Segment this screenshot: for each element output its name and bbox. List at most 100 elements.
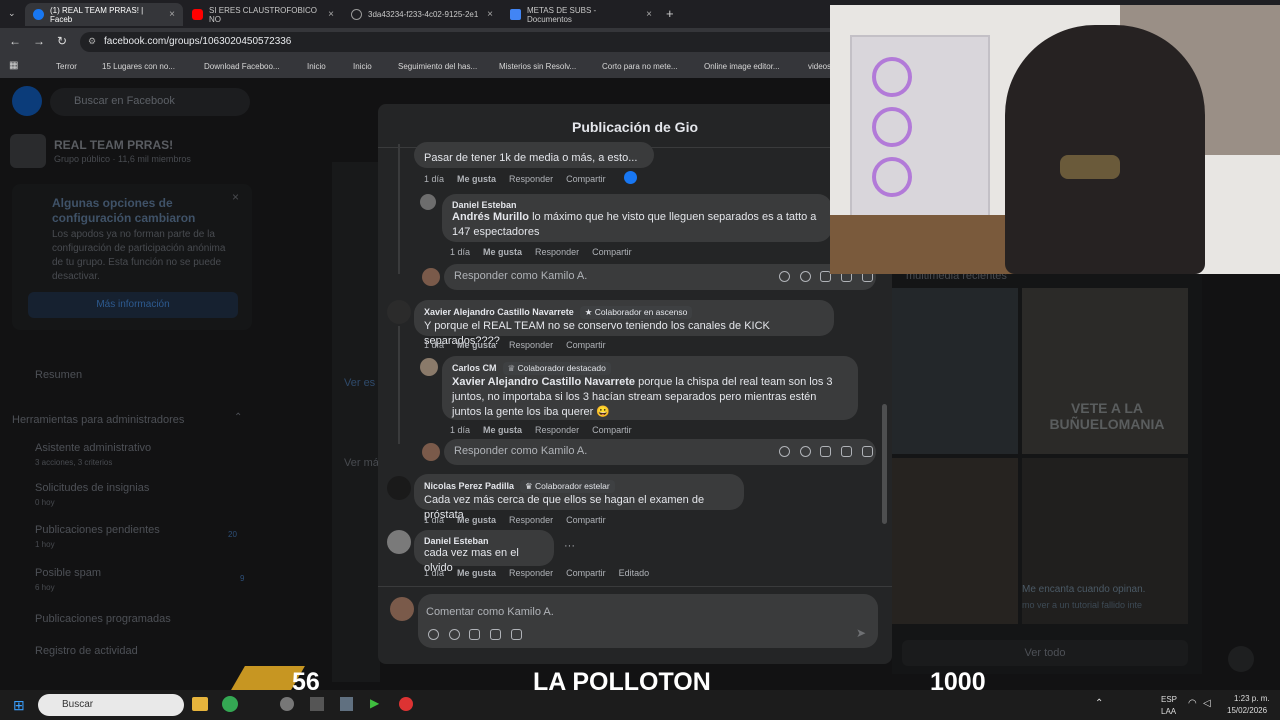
like-button[interactable]: Me gusta	[457, 340, 496, 350]
avatar[interactable]	[387, 300, 411, 324]
tab-docs[interactable]: METAS DE SUBS - Documentos ×	[502, 3, 660, 26]
clock-time[interactable]: 1:23 p. m.	[1234, 694, 1270, 703]
emoji-icon[interactable]	[800, 446, 811, 457]
avatar[interactable]	[420, 358, 438, 376]
comment-time[interactable]: 1 día	[424, 174, 444, 184]
admin-tools-heading[interactable]: Herramientas para administradores	[12, 414, 184, 426]
close-icon[interactable]: ×	[232, 190, 239, 204]
reload-icon[interactable]: ↻	[57, 34, 67, 48]
close-icon[interactable]: ×	[646, 9, 652, 20]
like-button[interactable]: Me gusta	[483, 247, 522, 257]
facebook-logo-icon[interactable]	[12, 86, 42, 116]
bookmark-download[interactable]: Download Faceboo...	[190, 62, 280, 71]
windows-start-icon[interactable]: ⊞	[13, 697, 25, 714]
reply-button[interactable]: Responder	[509, 568, 553, 578]
tab-search-icon[interactable]: ⌄	[8, 8, 16, 19]
comment-time[interactable]: 1 día	[450, 247, 470, 257]
more-info-button[interactable]: Más información	[28, 292, 238, 318]
admin-item-registro[interactable]: Registro de actividad	[35, 645, 138, 657]
bookmark-videos[interactable]: videos	[794, 62, 831, 71]
send-icon[interactable]: ➤	[856, 626, 866, 640]
commenter-name[interactable]: Nicolas Perez Padilla ♛ Colaborador estel…	[424, 480, 734, 493]
forward-icon[interactable]: →	[33, 34, 45, 48]
comment-time[interactable]: 1 día	[424, 568, 444, 578]
close-icon[interactable]: ×	[328, 9, 334, 20]
bookmark-lugares[interactable]: 15 Lugares con no...	[88, 62, 175, 71]
reply-input[interactable]: Responder como Kamilo A.	[444, 264, 876, 290]
group-name[interactable]: REAL TEAM PRRAS!	[54, 138, 173, 152]
emoji-icon[interactable]	[449, 629, 460, 640]
speaker-icon[interactable]: ◁	[1203, 698, 1211, 709]
media-thumb[interactable]	[892, 458, 1018, 624]
recording-icon[interactable]	[399, 697, 413, 711]
share-button[interactable]: Compartir	[592, 247, 632, 257]
tab-uuid[interactable]: 3da43234-f233-4c02-9125-2e1 ×	[343, 3, 501, 26]
bookmark-terror[interactable]: Terror	[42, 62, 77, 71]
mention-link[interactable]: Andrés Murillo	[452, 211, 529, 223]
bookmark-corto[interactable]: Corto para no mete...	[588, 62, 678, 71]
avatar-sticker-icon[interactable]	[862, 446, 873, 457]
close-icon[interactable]: ×	[169, 9, 175, 20]
reply-button[interactable]: Responder	[535, 247, 579, 257]
like-button[interactable]: Me gusta	[457, 515, 496, 525]
avatar[interactable]	[387, 530, 411, 554]
like-button[interactable]: Me gusta	[483, 425, 522, 435]
sticker-icon[interactable]	[428, 629, 439, 640]
scrollbar-thumb[interactable]	[882, 404, 887, 524]
see-more-link-2[interactable]: Ver má	[344, 457, 379, 469]
reply-button[interactable]: Responder	[509, 515, 553, 525]
gif-icon[interactable]	[841, 446, 852, 457]
commenter-name[interactable]: Daniel Esteban	[452, 200, 822, 210]
mention-link[interactable]: Xavier Alejandro Castillo Navarrete	[452, 376, 635, 388]
like-button[interactable]: Me gusta	[457, 174, 496, 184]
lang-label[interactable]: ESP	[1161, 695, 1177, 704]
media-thumb[interactable]	[892, 288, 1018, 454]
share-button[interactable]: Compartir	[566, 515, 606, 525]
more-options-icon[interactable]: ···	[564, 540, 575, 552]
gif-icon[interactable]	[490, 629, 501, 640]
calculator-icon[interactable]	[340, 697, 353, 711]
emoji-icon[interactable]	[800, 271, 811, 282]
close-icon[interactable]: ×	[487, 9, 493, 20]
back-icon[interactable]: ←	[9, 34, 21, 48]
apps-icon[interactable]: ▦	[9, 60, 18, 71]
comment-composer[interactable]: Comentar como Kamilo A.	[418, 594, 878, 648]
file-explorer-icon[interactable]	[192, 697, 208, 711]
app-icon[interactable]	[280, 697, 294, 711]
bookmark-misterios[interactable]: Misterios sin Resolv...	[485, 62, 576, 71]
commenter-name[interactable]: Xavier Alejandro Castillo Navarrete ★ Col…	[424, 306, 824, 319]
app-icon[interactable]	[310, 697, 324, 711]
share-button[interactable]: Compartir	[592, 425, 632, 435]
avatar-sticker-icon[interactable]	[511, 629, 522, 640]
camera-icon[interactable]	[469, 629, 480, 640]
chrome-icon[interactable]	[222, 696, 238, 712]
reply-button[interactable]: Responder	[535, 425, 579, 435]
reply-button[interactable]: Responder	[509, 174, 553, 184]
like-button[interactable]: Me gusta	[457, 568, 496, 578]
avatar[interactable]	[420, 194, 436, 210]
taskbar-search[interactable]: Buscar	[38, 694, 184, 716]
bookmark-image-editor[interactable]: Online image editor...	[690, 62, 780, 71]
see-all-button[interactable]: Ver todo	[902, 640, 1188, 666]
camera-icon[interactable]	[820, 446, 831, 457]
bookmark-seguimiento[interactable]: Seguimiento del has...	[384, 62, 477, 71]
summary-item[interactable]: Resumen	[35, 369, 82, 381]
tab-youtube[interactable]: SI ERES CLAUSTROFOBICO NO ×	[184, 3, 342, 26]
site-info-icon[interactable]: ⚙	[88, 36, 96, 47]
commenter-name[interactable]: Daniel Esteban	[424, 536, 544, 546]
new-tab-icon[interactable]: +	[666, 6, 674, 21]
chevron-up-icon[interactable]: ⌃	[234, 412, 242, 423]
fb-search-field[interactable]: Buscar en Facebook	[50, 88, 250, 116]
reply-button[interactable]: Responder	[509, 340, 553, 350]
commenter-name[interactable]: Carlos CM ♕ Colaborador destacado	[452, 362, 848, 375]
bookmark-inicio-1[interactable]: Inicio	[293, 62, 326, 71]
tab-facebook[interactable]: (1) REAL TEAM PRRAS! | Faceb ×	[25, 3, 183, 26]
media-thumb[interactable]: VETE A LA BUÑUELOMANIA	[1022, 288, 1188, 454]
reply-input[interactable]: Responder como Kamilo A.	[444, 439, 876, 465]
wifi-icon[interactable]: ◠	[1188, 698, 1197, 709]
sticker-icon[interactable]	[779, 446, 790, 457]
share-button[interactable]: Compartir	[566, 340, 606, 350]
tray-chevron-icon[interactable]: ⌃	[1095, 698, 1103, 709]
play-icon[interactable]: ▶	[370, 696, 379, 710]
avatar[interactable]	[387, 476, 411, 500]
